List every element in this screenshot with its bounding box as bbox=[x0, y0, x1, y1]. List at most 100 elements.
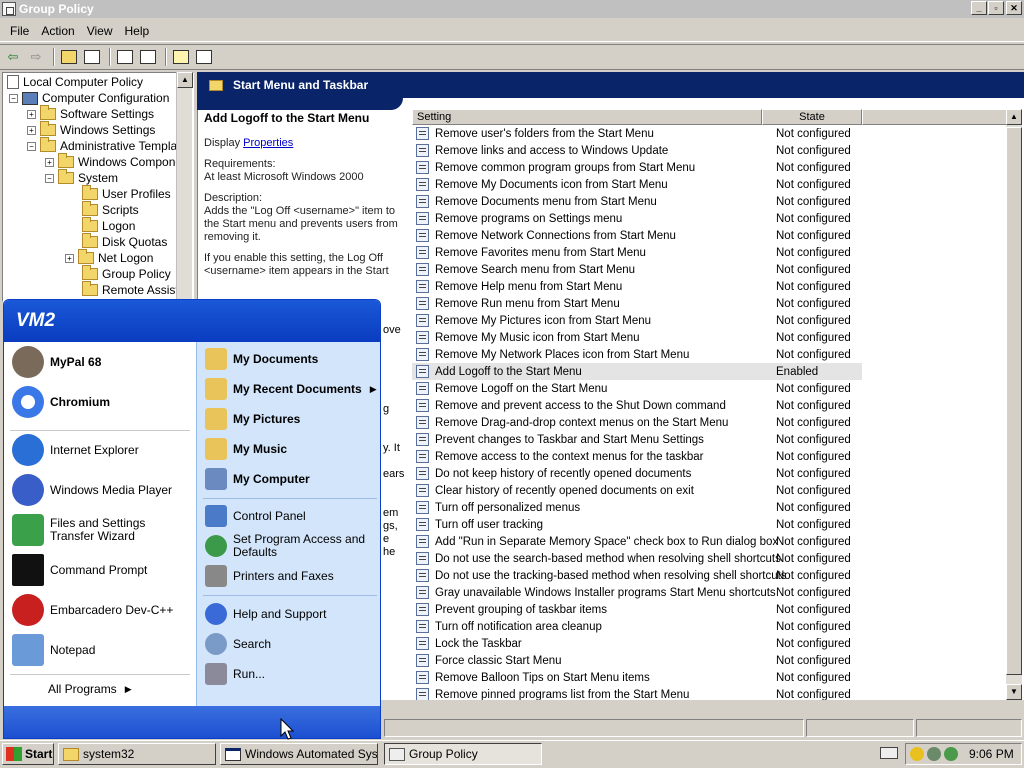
menu-view[interactable]: View bbox=[81, 22, 119, 40]
setting-row[interactable]: Remove links and access to Windows Updat… bbox=[412, 142, 862, 159]
scroll-thumb[interactable] bbox=[1006, 127, 1022, 675]
scroll-down-icon[interactable]: ▼ bbox=[1006, 684, 1022, 700]
setting-row[interactable]: Lock the Taskbar Not configured bbox=[412, 635, 862, 652]
tree-item-remote-assistance[interactable]: Remote Assista bbox=[82, 281, 185, 298]
setting-row[interactable]: Remove Favorites menu from Start Menu Not… bbox=[412, 244, 862, 261]
tree-item-user-profiles[interactable]: User Profiles bbox=[82, 185, 171, 202]
minimize-button[interactable]: _ bbox=[971, 1, 987, 15]
setting-row[interactable]: Do not use the search-based method when … bbox=[412, 550, 862, 567]
menu-file[interactable]: File bbox=[4, 22, 35, 40]
collapse-icon[interactable]: − bbox=[45, 173, 54, 183]
start-item-my-documents[interactable]: My Documents bbox=[205, 348, 318, 370]
start-item-search[interactable]: Search bbox=[205, 633, 271, 655]
up-folder-icon[interactable] bbox=[59, 47, 79, 67]
properties-link[interactable]: Properties bbox=[243, 137, 293, 149]
start-item-help[interactable]: Help and Support bbox=[205, 603, 326, 625]
setting-row[interactable]: Remove My Network Places icon from Start… bbox=[412, 346, 862, 363]
console-icon[interactable] bbox=[194, 47, 214, 67]
volume-icon[interactable] bbox=[944, 747, 958, 761]
close-button[interactable]: ✕ bbox=[1006, 1, 1022, 15]
list-scrollbar[interactable]: ▲ ▼ bbox=[1006, 109, 1022, 700]
setting-row[interactable]: Remove common program groups from Start … bbox=[412, 159, 862, 176]
tree-item-system[interactable]: − System bbox=[45, 169, 118, 186]
start-item-my-computer[interactable]: My Computer bbox=[205, 468, 310, 490]
collapse-icon[interactable]: − bbox=[27, 141, 36, 151]
app-icon[interactable] bbox=[2, 2, 16, 16]
setting-row[interactable]: Prevent changes to Taskbar and Start Men… bbox=[412, 431, 862, 448]
expand-icon[interactable]: + bbox=[65, 253, 74, 263]
start-item-notepad[interactable]: Notepad bbox=[12, 634, 95, 666]
start-item-command-prompt[interactable]: Command Prompt bbox=[12, 554, 147, 586]
start-item-run[interactable]: Run... bbox=[205, 663, 265, 685]
export-list-icon[interactable] bbox=[138, 47, 158, 67]
tree-item-windows-settings[interactable]: + Windows Settings bbox=[27, 121, 155, 138]
start-item-my-music[interactable]: My Music bbox=[205, 438, 287, 460]
keyboard-icon[interactable] bbox=[880, 747, 898, 759]
setting-row[interactable]: Remove Balloon Tips on Start Menu items N… bbox=[412, 669, 862, 686]
setting-row[interactable]: Add "Run in Separate Memory Space" check… bbox=[412, 533, 862, 550]
tree-item-software-settings[interactable]: + Software Settings bbox=[27, 105, 154, 122]
setting-row[interactable]: Prevent grouping of taskbar items Not con… bbox=[412, 601, 862, 618]
network-icon[interactable] bbox=[927, 747, 941, 761]
menu-action[interactable]: Action bbox=[35, 22, 80, 40]
setting-row[interactable]: Remove and prevent access to the Shut Do… bbox=[412, 397, 862, 414]
expand-icon[interactable]: + bbox=[27, 125, 36, 135]
setting-row[interactable]: Gray unavailable Windows Installer progr… bbox=[412, 584, 862, 601]
task-group-policy[interactable]: Group Policy bbox=[384, 743, 542, 765]
restore-button[interactable]: ▫ bbox=[988, 1, 1004, 15]
setting-row[interactable]: Remove access to the context menus for t… bbox=[412, 448, 862, 465]
setting-row[interactable]: Remove My Pictures icon from Start Menu N… bbox=[412, 312, 862, 329]
expand-icon[interactable]: + bbox=[45, 157, 54, 167]
setting-row[interactable]: Force classic Start Menu Not configured bbox=[412, 652, 862, 669]
start-item-my-pictures[interactable]: My Pictures bbox=[205, 408, 300, 430]
all-programs-button[interactable]: All Programs ▶ bbox=[48, 682, 132, 696]
tree-item-net-logon[interactable]: + Net Logon bbox=[65, 249, 153, 266]
setting-row[interactable]: Remove Help menu from Start Menu Not conf… bbox=[412, 278, 862, 295]
tree-scrollbar[interactable]: ▲ bbox=[176, 72, 193, 302]
tree-item-group-policy[interactable]: Group Policy bbox=[82, 265, 171, 282]
column-state[interactable]: State bbox=[762, 109, 862, 125]
start-item-media-player[interactable]: Windows Media Player bbox=[12, 474, 172, 506]
tree-item-local-computer-policy[interactable]: Local Computer Policy bbox=[7, 74, 143, 90]
tree-item-windows-components[interactable]: + Windows Compone bbox=[45, 153, 182, 170]
setting-row[interactable]: Remove Search menu from Start Menu Not co… bbox=[412, 261, 862, 278]
start-item-internet-explorer[interactable]: Internet Explorer bbox=[12, 434, 139, 466]
setting-row[interactable]: Remove My Music icon from Start Menu Not … bbox=[412, 329, 862, 346]
shield-icon[interactable] bbox=[910, 747, 924, 761]
help-icon[interactable] bbox=[171, 47, 191, 67]
scroll-up-icon[interactable]: ▲ bbox=[177, 72, 193, 88]
setting-row[interactable]: Add Logoff to the Start Menu Enabled bbox=[412, 363, 862, 380]
tree-item-scripts[interactable]: Scripts bbox=[82, 201, 139, 218]
start-item-devcpp[interactable]: Embarcadero Dev-C++ bbox=[12, 594, 173, 626]
back-icon[interactable]: ⇦ bbox=[3, 47, 23, 67]
show-hide-tree-icon[interactable] bbox=[82, 47, 102, 67]
menu-help[interactable]: Help bbox=[119, 22, 156, 40]
start-item-program-access[interactable]: Set Program Access and Defaults bbox=[205, 533, 379, 559]
setting-row[interactable]: Clear history of recently opened documen… bbox=[412, 482, 862, 499]
start-item-chromium[interactable]: Chromium bbox=[12, 386, 110, 418]
tree-item-disk-quotas[interactable]: Disk Quotas bbox=[82, 233, 167, 250]
setting-row[interactable]: Remove Documents menu from Start Menu Not… bbox=[412, 193, 862, 210]
expand-icon[interactable]: + bbox=[27, 109, 36, 119]
clock[interactable]: 9:06 PM bbox=[969, 747, 1014, 761]
column-setting[interactable]: Setting bbox=[412, 109, 762, 125]
tree-item-logon[interactable]: Logon bbox=[82, 217, 135, 234]
start-item-control-panel[interactable]: Control Panel bbox=[205, 505, 306, 527]
setting-row[interactable]: Remove Logoff on the Start Menu Not confi… bbox=[412, 380, 862, 397]
start-button[interactable]: Start bbox=[2, 743, 54, 765]
properties-icon[interactable] bbox=[115, 47, 135, 67]
setting-row[interactable]: Remove Network Connections from Start Me… bbox=[412, 227, 862, 244]
setting-row[interactable]: Turn off personalized menus Not configure… bbox=[412, 499, 862, 516]
start-item-transfer-wizard[interactable]: Files and Settings Transfer Wizard bbox=[12, 514, 192, 546]
start-item-mypal[interactable]: MyPal 68 bbox=[12, 346, 101, 378]
setting-row[interactable]: Remove programs on Settings menu Not conf… bbox=[412, 210, 862, 227]
start-item-printers[interactable]: Printers and Faxes bbox=[205, 565, 334, 587]
setting-row[interactable]: Remove user's folders from the Start Men… bbox=[412, 125, 862, 142]
setting-row[interactable]: Remove Run menu from Start Menu Not confi… bbox=[412, 295, 862, 312]
setting-row[interactable]: Do not use the tracking-based method whe… bbox=[412, 567, 862, 584]
collapse-icon[interactable]: − bbox=[9, 93, 18, 103]
forward-icon[interactable]: ⇨ bbox=[26, 47, 46, 67]
tree-item-administrative-templates[interactable]: − Administrative Template bbox=[27, 137, 187, 154]
setting-row[interactable]: Turn off user tracking Not configured bbox=[412, 516, 862, 533]
start-item-recent-documents[interactable]: My Recent Documents ▶ bbox=[205, 378, 377, 400]
